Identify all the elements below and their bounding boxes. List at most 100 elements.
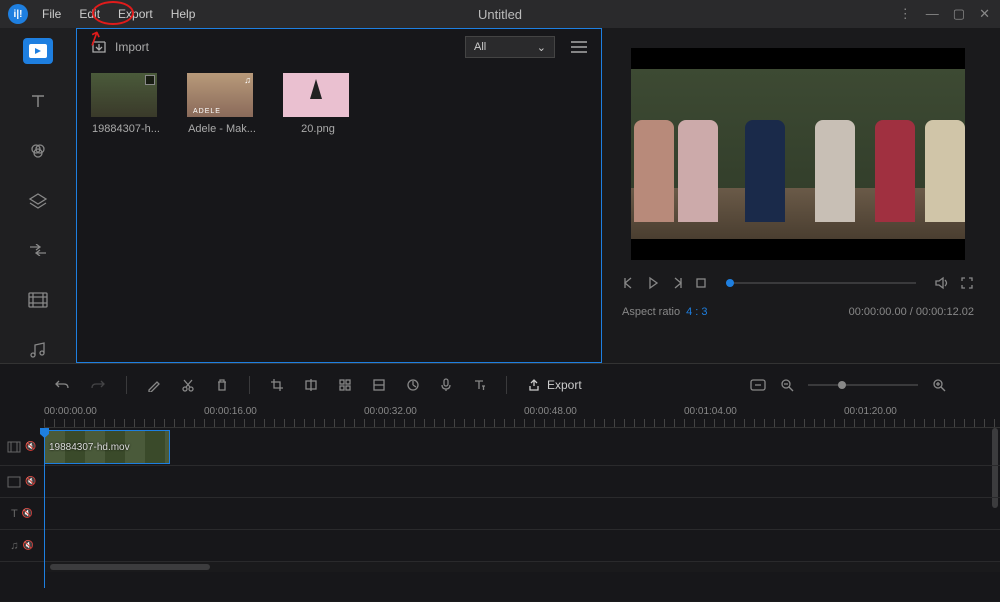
leftbar-transitions-icon[interactable] [25,237,51,263]
fit-icon[interactable] [750,379,766,391]
text-track[interactable]: T🔇 [0,498,1000,530]
close-icon[interactable]: ✕ [979,6,990,22]
leftbar-music-icon[interactable] [25,337,51,363]
mosaic-icon[interactable] [338,378,352,392]
thumbnail-image [283,73,349,117]
film-icon [7,476,21,488]
media-bar: Import All ⌄ [77,29,601,65]
crop-icon[interactable] [270,378,284,392]
menu-help[interactable]: Help [163,3,204,25]
horizontal-scrollbar[interactable] [44,562,1000,572]
mute-icon[interactable]: 🔇 [22,508,33,519]
import-button[interactable]: Import [91,40,149,54]
mute-icon[interactable]: 🔇 [23,540,34,551]
preview-window[interactable] [631,48,965,260]
cut-icon[interactable] [181,378,195,392]
delete-icon[interactable] [215,378,229,392]
zoom-slider[interactable] [808,384,918,386]
timeline-area: Export 00:00:00.00 00:00:16.00 00:00:32.… [0,363,1000,601]
time-total: 00:00:12.02 [916,306,974,318]
ruler-mark: 00:00:32.00 [364,406,417,417]
playback-slider[interactable] [726,282,916,284]
speed-icon[interactable] [406,378,420,392]
timeline-clip[interactable]: 19884307-hd.mov [44,430,170,464]
timeline-export-button[interactable]: Export [527,378,582,392]
playback-controls [622,276,974,290]
text-track-icon: T [11,508,18,520]
thumbnails: 19884307-h... ♫ADELE Adele - Mak... 20.p… [77,65,601,143]
media-item[interactable]: ♫ADELE Adele - Mak... [187,73,257,135]
chevron-down-icon: ⌄ [537,41,546,54]
timeline-ruler[interactable]: 00:00:00.00 00:00:16.00 00:00:32.00 00:0… [44,406,1000,428]
mute-icon[interactable]: 🔇 [25,441,36,452]
menu-export[interactable]: Export [110,3,161,25]
preview-panel: Aspect ratio 4 : 3 00:00:00.00 / 00:00:1… [602,28,1000,363]
playhead[interactable] [44,428,45,588]
filter-value: All [474,41,486,53]
thumbnail-label: 20.png [283,123,353,135]
track-head: T🔇 [0,508,44,520]
ruler-mark: 00:00:48.00 [524,406,577,417]
mute-icon[interactable]: 🔇 [25,476,36,487]
voiceover-icon[interactable] [440,378,452,392]
ruler-mark: 00:01:20.00 [844,406,897,417]
minimize-icon[interactable]: — [926,6,939,22]
prev-frame-icon[interactable] [622,276,636,290]
time-sep: / [907,306,916,318]
leftbar-filters-icon[interactable] [25,138,51,164]
ruler-mark: 00:00:00.00 [44,406,97,417]
leftbar-elements-icon[interactable] [25,287,51,313]
volume-icon[interactable] [934,276,950,290]
music-track-icon: ♫ [10,540,18,552]
menu-file[interactable]: File [34,3,69,25]
fullscreen-icon[interactable] [960,276,974,290]
leftbar [0,28,76,363]
upper-area: Import All ⌄ 19884307-h... ♫ADELE Adele … [0,28,1000,363]
edit-icon[interactable] [147,378,161,392]
menu-bar: File Edit Export Help [34,3,203,25]
stop-icon[interactable] [694,276,708,290]
export-label: Export [547,378,582,392]
aspect-value[interactable]: 4 : 3 [686,306,707,318]
track-head: 🔇 [0,441,44,453]
video-track[interactable]: 🔇 19884307-hd.mov [0,428,1000,466]
zoom-controls [750,378,946,392]
track-head: ♫🔇 [0,540,44,552]
more-icon[interactable]: ⋮ [899,6,912,22]
maximize-icon[interactable]: ▢ [953,6,965,22]
thumbnail-label: Adele - Mak... [187,123,257,135]
timeline-toolbar: Export [0,364,1000,406]
leftbar-media-icon[interactable] [23,38,53,64]
ruler-mark: 00:00:16.00 [204,406,257,417]
thumbnail-label: 19884307-h... [91,123,161,135]
split-icon[interactable] [304,378,318,392]
menu-edit[interactable]: Edit [71,3,108,25]
titlebar: i|! File Edit Export Help ↗ Untitled ⋮ —… [0,0,1000,28]
thumbnail-image [91,73,157,117]
thumbnail-image: ♫ADELE [187,73,253,117]
freeze-icon[interactable] [372,378,386,392]
import-label: Import [115,40,149,54]
text-tool-icon[interactable] [472,378,486,392]
list-view-icon[interactable] [571,40,587,54]
redo-icon[interactable] [90,378,106,392]
import-icon [91,40,107,54]
clip-label: 19884307-hd.mov [45,442,130,453]
app-logo: i|! [8,4,28,24]
zoom-out-icon[interactable] [780,378,794,392]
film-icon [7,441,21,453]
leftbar-overlays-icon[interactable] [25,188,51,214]
media-item[interactable]: 19884307-h... [91,73,161,135]
filter-select[interactable]: All ⌄ [465,36,555,58]
leftbar-text-icon[interactable] [25,88,51,114]
export-icon [527,378,541,392]
video-track-2[interactable]: 🔇 [0,466,1000,498]
zoom-in-icon[interactable] [932,378,946,392]
undo-icon[interactable] [54,378,70,392]
next-frame-icon[interactable] [670,276,684,290]
play-icon[interactable] [646,276,660,290]
audio-track[interactable]: ♫🔇 [0,530,1000,562]
media-panel: Import All ⌄ 19884307-h... ♫ADELE Adele … [76,28,602,363]
media-item[interactable]: 20.png [283,73,353,135]
aspect-row: Aspect ratio 4 : 3 00:00:00.00 / 00:00:1… [622,306,974,318]
